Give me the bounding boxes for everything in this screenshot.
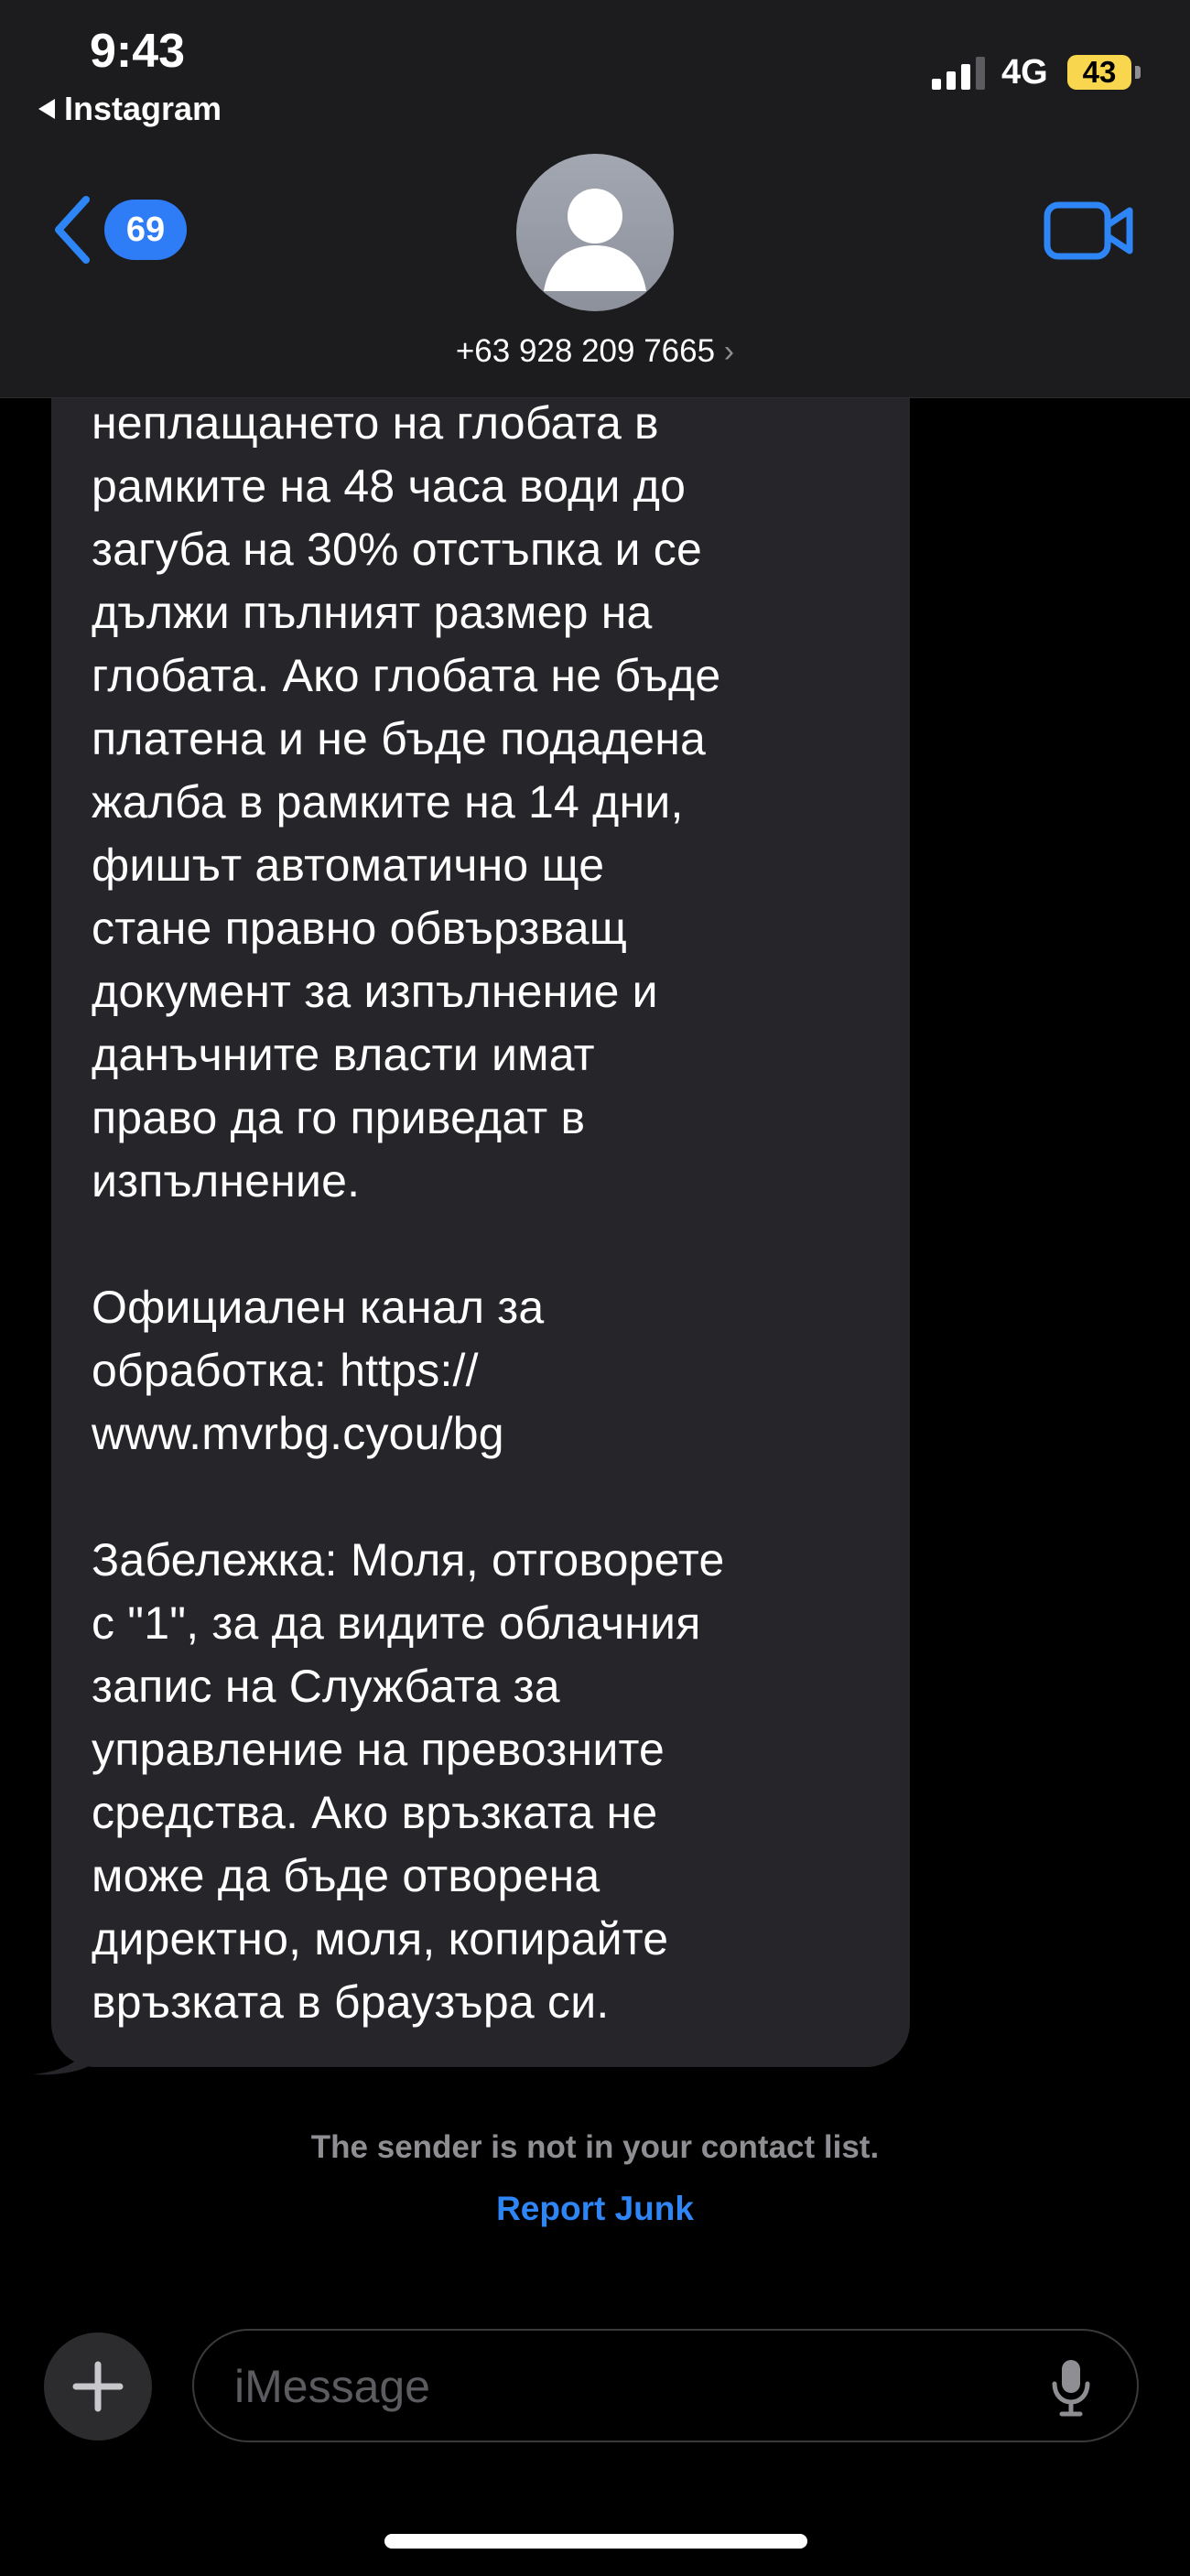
- contact-name[interactable]: +63 928 209 7665 ›: [0, 333, 1190, 370]
- microphone-icon[interactable]: [1051, 2358, 1091, 2417]
- back-button[interactable]: 69: [51, 189, 187, 271]
- back-app-label: Instagram: [64, 90, 222, 127]
- back-chevron-icon: [55, 196, 90, 264]
- network-type: 4G: [1001, 53, 1048, 92]
- unknown-sender-notice: The sender is not in your contact list.: [310, 2129, 880, 2165]
- contact-number: +63 928 209 7665: [455, 333, 716, 369]
- person-avatar-icon: [544, 189, 646, 291]
- message-text: неплащането на глобата в рамките на 48 ч…: [92, 397, 725, 2028]
- video-camera-icon[interactable]: [1044, 198, 1135, 262]
- imessage-input-container: [192, 2329, 1139, 2442]
- home-indicator[interactable]: [384, 2534, 807, 2549]
- conversation-header: 9:43 Instagram 4G 43 69 +63 928 209 7665…: [0, 0, 1190, 398]
- back-triangle-icon: [38, 99, 55, 119]
- back-to-app-link[interactable]: Instagram: [38, 90, 222, 128]
- imessage-input[interactable]: [233, 2349, 1042, 2424]
- apps-plus-button[interactable]: [44, 2332, 152, 2441]
- signal-icon: [932, 57, 985, 90]
- plus-icon: [72, 2361, 124, 2412]
- battery-indicator: 43: [1067, 55, 1131, 90]
- bubble-tail: [33, 2034, 97, 2075]
- report-junk-link[interactable]: Report Junk: [0, 2190, 1190, 2228]
- contact-avatar[interactable]: [516, 154, 674, 311]
- battery-nub: [1135, 66, 1141, 79]
- unread-count-badge: 69: [104, 200, 187, 260]
- status-time: 9:43: [90, 25, 186, 78]
- chevron-right-icon: ›: [723, 334, 735, 369]
